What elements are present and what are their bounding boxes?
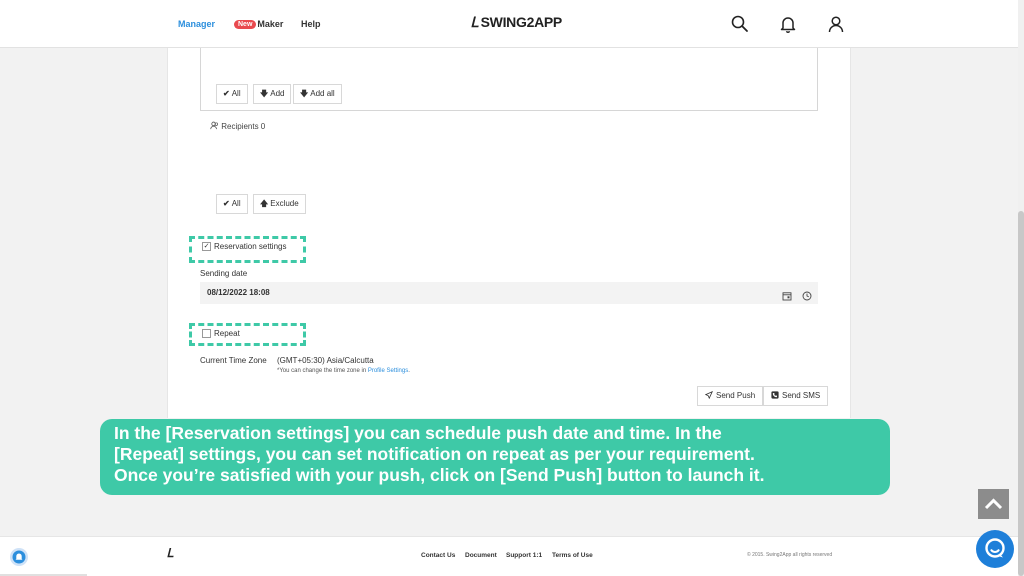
exclude-label: Exclude	[270, 199, 299, 208]
logo-mark: Ꮮ	[471, 15, 479, 31]
footer-support-link[interactable]: Support 1:1	[506, 552, 542, 559]
banner-line-3: Once you’re satisfied with your push, cl…	[114, 465, 765, 485]
new-badge: New	[234, 20, 257, 29]
select-all-label: All	[231, 89, 241, 98]
select-all-recipients-button[interactable]: ✔ All	[216, 194, 248, 214]
chat-bubble-icon	[985, 538, 1005, 558]
sending-date-input[interactable]: 08/12/2022 18:08	[200, 282, 818, 304]
recipients-label: Recipients 0	[221, 122, 266, 131]
time-zone-note-text: *You can change the time zone in	[277, 368, 368, 374]
select-all-recipients-label: All	[231, 199, 241, 208]
small-bell-icon	[12, 550, 26, 564]
clock-icon[interactable]	[802, 288, 812, 301]
time-zone-note-end: .	[408, 368, 410, 374]
add-label: Add	[270, 89, 285, 98]
time-zone-label: Current Time Zone	[200, 356, 267, 365]
profile-settings-link[interactable]: Profile Settings	[368, 368, 408, 374]
footer-contact-link[interactable]: Contact Us	[421, 552, 455, 559]
swing2app-logo[interactable]: Ꮮ SWING2APP	[471, 14, 562, 31]
time-zone-value: (GMT+05:30) Asia/Calcutta	[277, 356, 374, 365]
send-sms-button[interactable]: Send SMS	[763, 386, 829, 406]
exclude-recipients-button[interactable]: 🡅 Exclude	[253, 194, 306, 214]
add-target-button[interactable]: 🡇 Add	[253, 84, 292, 104]
chat-support-button[interactable]	[976, 530, 1014, 568]
nav-manager-link[interactable]: Manager	[178, 19, 215, 29]
footer-logo[interactable]: Ꮮ	[167, 546, 174, 561]
search-icon[interactable]	[730, 14, 750, 34]
user-profile-icon[interactable]	[826, 14, 846, 34]
reservation-settings-label: Reservation settings	[214, 242, 287, 251]
banner-line-2: [Repeat] settings, you can set notificat…	[114, 444, 755, 464]
paper-plane-icon	[704, 391, 714, 400]
nav-maker-label: Maker	[257, 19, 284, 29]
scroll-to-top-button[interactable]	[978, 489, 1009, 519]
nav-maker-link[interactable]: New Maker	[234, 19, 283, 29]
notification-widget-button[interactable]	[10, 548, 28, 566]
select-all-targets-button[interactable]: ✔ All	[216, 84, 248, 104]
scrollbar-thumb[interactable]	[1018, 211, 1024, 576]
notification-bell-icon[interactable]	[778, 14, 798, 34]
repeat-checkbox[interactable]	[202, 329, 211, 338]
send-sms-label: Send SMS	[782, 391, 821, 400]
logo-text: SWING2APP	[480, 14, 563, 30]
footer-terms-link[interactable]: Terms of Use	[552, 552, 593, 559]
send-push-label: Send Push	[716, 391, 756, 400]
banner-line-1: In the [Reservation settings] you can sc…	[114, 423, 722, 443]
add-all-targets-button[interactable]: 🡇 Add all	[293, 84, 342, 104]
time-zone-note: *You can change the time zone in Profile…	[277, 368, 410, 374]
send-push-button[interactable]: Send Push	[697, 386, 764, 406]
add-all-label: Add all	[310, 89, 335, 98]
calendar-icon[interactable]	[782, 288, 792, 301]
repeat-label: Repeat	[214, 329, 240, 338]
footer-copyright: © 2015. Swing2App all rights reserved	[747, 552, 833, 558]
nav-help-link[interactable]: Help	[301, 19, 321, 29]
phone-icon	[771, 391, 779, 399]
recipients-count: Recipients 0	[210, 121, 265, 131]
sending-date-label: Sending date	[200, 269, 248, 278]
footer-document-link[interactable]: Document	[465, 552, 497, 559]
instruction-banner: In the [Reservation settings] you can sc…	[100, 419, 890, 495]
reservation-checkbox[interactable]: ✓	[202, 242, 211, 251]
chevron-up-icon	[984, 498, 1003, 510]
recipients-icon	[210, 121, 219, 130]
